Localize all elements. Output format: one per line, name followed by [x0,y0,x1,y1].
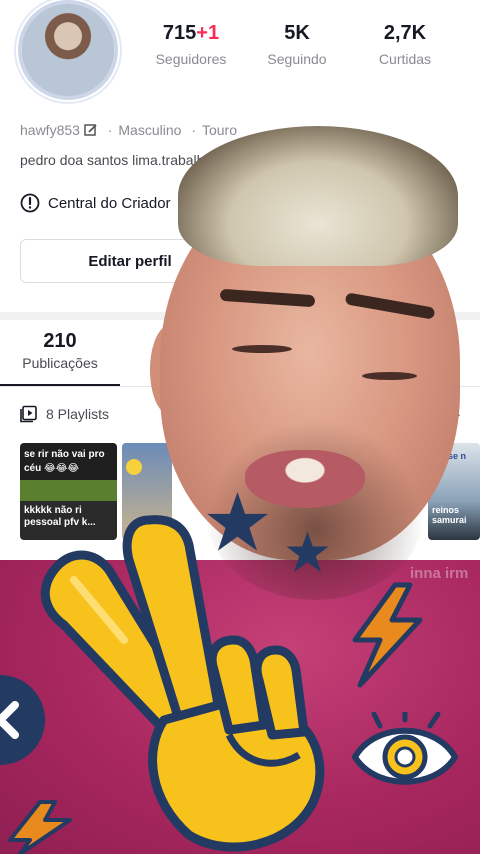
zodiac-sign: Touro [201,122,238,138]
followers-delta: +1 [196,22,220,44]
person-hair [178,126,458,266]
edit-profile-label: Editar perfil [88,252,172,270]
tab-publications[interactable]: 210 Publicações [0,330,120,371]
person-eye [362,372,417,380]
followers-stat[interactable]: 715+1 Seguidores [141,22,241,67]
close-badge-icon[interactable] [0,670,50,770]
star-sticker-icon [286,531,329,572]
profile-avatar[interactable] [14,0,122,104]
emoji-icon [126,459,142,475]
star-sticker-icon [207,492,268,551]
publications-count: 210 [43,330,77,352]
username[interactable]: hawfy853 [20,122,80,138]
likes-count: 2,7K [383,22,427,44]
following-count: 5K [284,22,310,44]
likes-stat[interactable]: 2,7K Curtidas [355,22,455,67]
thumbnail-caption: céu 😂😂😂 [24,463,80,474]
creator-center-label: Central do Criador [48,194,171,212]
eye-sticker-icon [351,712,459,785]
followers-count: 715 [162,22,197,44]
following-label: Seguindo [267,51,327,67]
publications-label: Publicações [22,355,98,371]
lightning-sticker-icon [8,800,72,854]
lightbulb-icon [20,193,40,213]
thumbnail-caption: se rir não vai pro [24,449,105,460]
thumbnail-caption: reinos samurai [432,505,467,525]
edit-icon[interactable] [84,123,98,137]
likes-label: Curtidas [378,51,432,67]
playlists-label: 8 Playlists [46,406,110,422]
playlists-header[interactable]: 8 Playlists [20,405,109,423]
profile-meta: hawfy853 · Masculino · Touro [20,122,238,138]
creator-center-button[interactable]: Central do Criador [20,193,171,213]
playlist-icon [20,405,37,423]
gender: Masculino [118,122,182,138]
person-eye [232,345,292,353]
following-stat[interactable]: 5K Seguindo [247,22,347,67]
followers-label: Seguidores [155,51,227,67]
lightning-sticker-icon [352,582,423,688]
